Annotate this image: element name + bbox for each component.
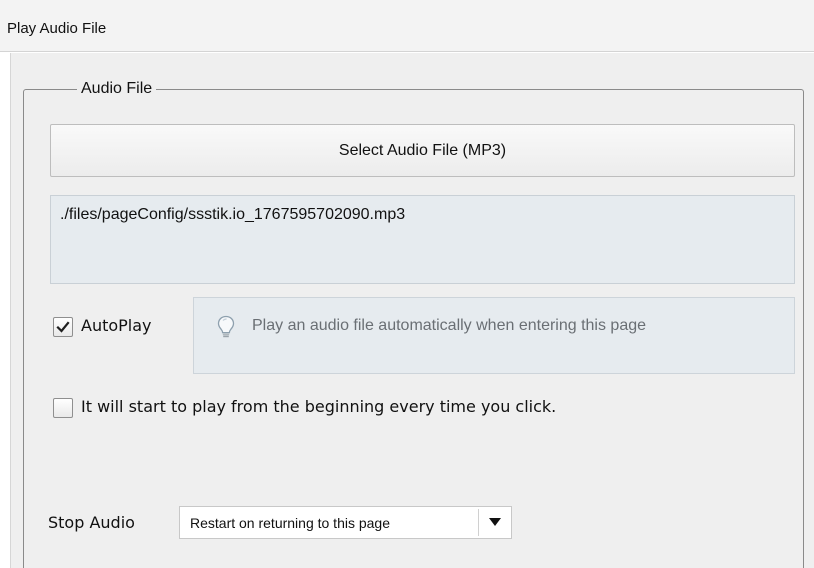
stop-audio-select[interactable]: Restart on returning to this page: [179, 506, 512, 539]
audio-file-legend: Audio File: [77, 79, 157, 99]
select-divider: [478, 509, 479, 536]
file-path-field[interactable]: ./files/pageConfig/ssstik.io_17675957020…: [50, 195, 795, 284]
stop-audio-label: Stop Audio: [48, 513, 135, 532]
checkmark-icon: [56, 321, 70, 333]
stop-audio-selected-value: Restart on returning to this page: [190, 515, 391, 531]
lightbulb-icon: [217, 315, 235, 338]
select-audio-file-button[interactable]: Select Audio File (MP3): [50, 124, 795, 177]
autoplay-hint-text: Play an audio file automatically when en…: [252, 317, 647, 334]
restart-from-beginning-label[interactable]: It will start to play from the beginning…: [81, 397, 556, 416]
triangle-down-icon[interactable]: [489, 518, 501, 526]
play-audio-file-dialog: Play Audio File Audio File Select Audio …: [0, 0, 814, 568]
window-title: Play Audio File: [7, 20, 107, 37]
autoplay-label[interactable]: AutoPlay: [81, 316, 152, 335]
title-bar: Play Audio File: [0, 0, 814, 52]
autoplay-checkbox[interactable]: [53, 317, 73, 337]
autoplay-hint-box: Play an audio file automatically when en…: [193, 297, 795, 374]
restart-from-beginning-checkbox[interactable]: [53, 398, 73, 418]
file-path-text: ./files/pageConfig/ssstik.io_17675957020…: [60, 206, 406, 223]
